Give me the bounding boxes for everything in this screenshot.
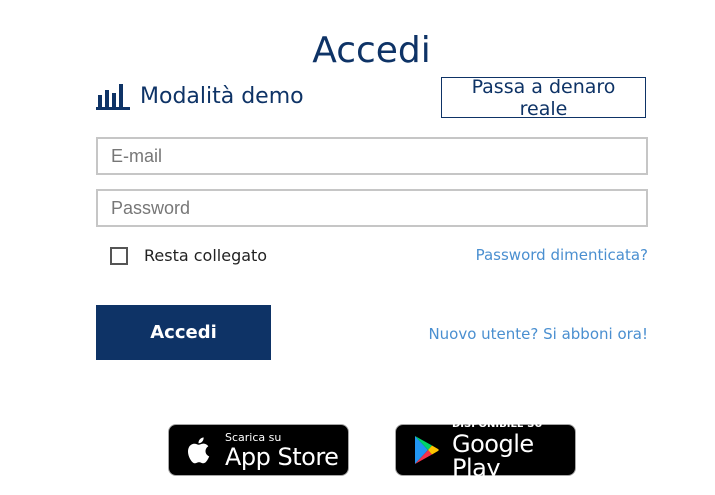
google-play-icon	[415, 436, 439, 464]
email-field[interactable]	[96, 137, 648, 175]
app-store-badge[interactable]: Scarica su App Store	[168, 424, 349, 476]
google-play-name: Google Play	[452, 430, 534, 482]
password-field[interactable]	[96, 189, 648, 227]
app-store-name: App Store	[225, 442, 339, 471]
google-play-small-text: DISPONIBILE SU	[452, 419, 543, 430]
demo-mode-indicator: Modalità demo	[96, 80, 304, 112]
signup-link[interactable]: Nuovo utente? Si abboni ora!	[428, 325, 648, 343]
remember-me-label: Resta collegato	[144, 246, 268, 265]
google-play-badge[interactable]: DISPONIBILE SU Google Play	[395, 420, 576, 480]
apple-icon	[188, 437, 210, 464]
app-store-small-text: Scarica su	[225, 430, 282, 444]
remember-me-checkbox[interactable]	[110, 246, 128, 265]
remember-me[interactable]: Resta collegato	[110, 246, 267, 265]
page-title: Accedi	[312, 30, 431, 72]
forgot-password-link[interactable]: Password dimenticata?	[476, 246, 648, 264]
bar-chart-icon	[96, 84, 130, 110]
login-button[interactable]: Accedi	[96, 305, 271, 360]
switch-to-real-money-button[interactable]: Passa a denaro reale	[441, 76, 646, 120]
demo-mode-label: Modalità demo	[140, 83, 304, 109]
